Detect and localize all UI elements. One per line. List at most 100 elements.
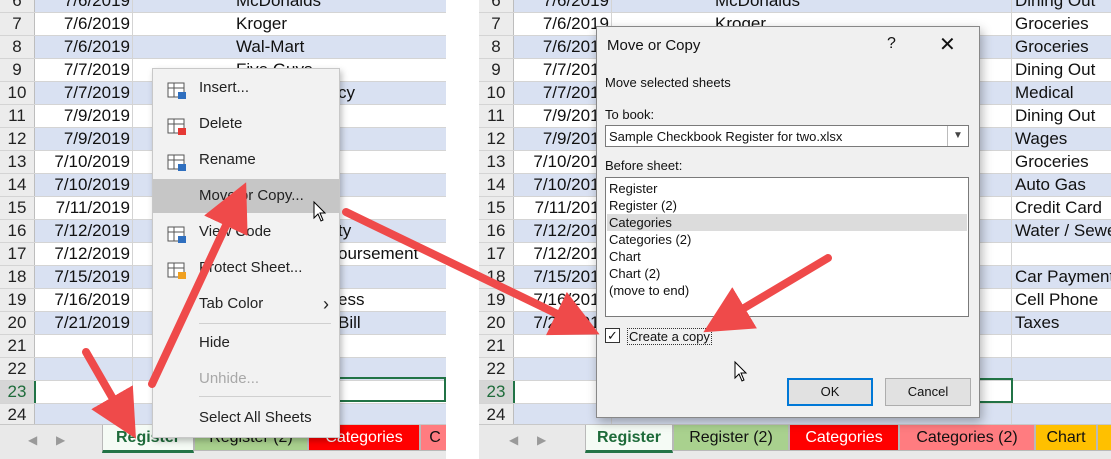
- row-header[interactable]: 17: [0, 243, 35, 265]
- ok-button[interactable]: OK: [787, 378, 873, 406]
- menu-item-hide[interactable]: Hide: [153, 326, 339, 360]
- category-cell[interactable]: [1015, 381, 1111, 403]
- tab-scroll-left-icon[interactable]: ◀: [509, 433, 518, 447]
- category-cell[interactable]: Taxes: [1015, 312, 1111, 334]
- date-cell[interactable]: 7/11/2019: [515, 197, 609, 219]
- row-header[interactable]: 21: [479, 335, 514, 357]
- row-header[interactable]: 23: [0, 381, 36, 403]
- row-header[interactable]: 23: [479, 381, 515, 403]
- category-cell[interactable]: Dining Out: [1015, 0, 1111, 12]
- create-copy-label[interactable]: Create a copy: [627, 328, 712, 345]
- tab-scroll-right-icon[interactable]: ▶: [56, 433, 65, 447]
- row-header[interactable]: 18: [479, 266, 514, 288]
- row-header[interactable]: 10: [0, 82, 35, 104]
- chevron-down-icon[interactable]: ▼: [947, 126, 968, 146]
- category-cell[interactable]: [1015, 335, 1111, 357]
- date-cell[interactable]: 7/10/2019: [515, 151, 609, 173]
- date-cell[interactable]: 7/10/2019: [515, 174, 609, 196]
- category-cell[interactable]: Credit Card: [1015, 197, 1111, 219]
- date-cell[interactable]: 7/7/2019: [515, 82, 609, 104]
- row-header[interactable]: 15: [479, 197, 514, 219]
- cancel-button[interactable]: Cancel: [885, 378, 971, 406]
- sheet-list-item[interactable]: Register (2): [607, 197, 967, 214]
- row-header[interactable]: 17: [479, 243, 514, 265]
- date-cell[interactable]: [515, 381, 609, 403]
- date-cell[interactable]: 7/6/2019: [515, 13, 609, 35]
- menu-item-protect-sheet[interactable]: Protect Sheet...: [153, 251, 339, 285]
- row-header[interactable]: 14: [0, 174, 35, 196]
- date-cell[interactable]: 7/7/2019: [36, 82, 130, 104]
- row-header[interactable]: 7: [0, 13, 35, 35]
- category-cell[interactable]: Water / Sewer: [1015, 220, 1111, 242]
- tab-scroll-right-icon[interactable]: ▶: [537, 433, 546, 447]
- create-copy-checkbox[interactable]: ✓: [605, 328, 620, 343]
- date-cell[interactable]: 7/9/2019: [36, 128, 130, 150]
- menu-item-insert[interactable]: Insert...: [153, 71, 339, 105]
- sheet-list-item[interactable]: Chart: [607, 248, 967, 265]
- date-cell[interactable]: [515, 335, 609, 357]
- row-header[interactable]: 13: [0, 151, 35, 173]
- date-cell[interactable]: 7/21/2019: [36, 312, 130, 334]
- row-header[interactable]: 20: [0, 312, 35, 334]
- menu-item-unhide[interactable]: Unhide...: [153, 362, 339, 396]
- row-header[interactable]: 16: [0, 220, 35, 242]
- to-book-dropdown[interactable]: Sample Checkbook Register for two.xlsx ▼: [605, 125, 969, 147]
- date-cell[interactable]: 7/6/2019: [515, 0, 609, 12]
- sheet-list-item[interactable]: Chart (2): [607, 265, 967, 282]
- before-sheet-list[interactable]: Register Register (2) Categories Categories…: [605, 177, 969, 317]
- row-header[interactable]: 19: [0, 289, 35, 311]
- date-cell[interactable]: 7/12/2019: [36, 243, 130, 265]
- payee-cell[interactable]: McDonalds: [715, 0, 915, 12]
- date-cell[interactable]: 7/11/2019: [36, 197, 130, 219]
- date-cell[interactable]: 7/10/2019: [36, 174, 130, 196]
- row-header[interactable]: 9: [0, 59, 35, 81]
- date-cell[interactable]: 7/21/2019: [515, 312, 609, 334]
- date-cell[interactable]: 7/10/2019: [36, 151, 130, 173]
- category-cell[interactable]: Dining Out: [1015, 59, 1111, 81]
- date-cell[interactable]: 7/9/2019: [36, 105, 130, 127]
- row-header[interactable]: 20: [479, 312, 514, 334]
- category-cell[interactable]: [1015, 358, 1111, 380]
- date-cell[interactable]: 7/15/2019: [515, 266, 609, 288]
- close-icon[interactable]: ✕: [939, 32, 956, 57]
- sheet-tab[interactable]: C: [420, 425, 446, 451]
- help-button[interactable]: ?: [887, 35, 896, 53]
- row-header[interactable]: 10: [479, 82, 514, 104]
- category-cell[interactable]: Car Payment: [1015, 266, 1111, 288]
- category-cell[interactable]: Groceries: [1015, 151, 1111, 173]
- date-cell[interactable]: 7/9/2019: [515, 105, 609, 127]
- menu-item-rename[interactable]: Rename: [153, 143, 339, 177]
- date-cell[interactable]: 7/7/2019: [36, 59, 130, 81]
- date-cell[interactable]: 7/12/2019: [515, 243, 609, 265]
- row-header[interactable]: 12: [479, 128, 514, 150]
- sheet-tab[interactable]: Register (2): [673, 425, 789, 451]
- date-cell[interactable]: 7/6/2019: [36, 0, 130, 12]
- menu-item-move-or-copy[interactable]: Move or Copy...: [153, 179, 339, 213]
- date-cell[interactable]: 7/9/2019: [515, 128, 609, 150]
- row-header[interactable]: 6: [0, 0, 35, 12]
- row-header[interactable]: 11: [0, 105, 35, 127]
- row-header[interactable]: 16: [479, 220, 514, 242]
- menu-item-delete[interactable]: Delete: [153, 107, 339, 141]
- row-header[interactable]: 7: [479, 13, 514, 35]
- sheet-tab[interactable]: Register: [585, 425, 673, 453]
- row-header[interactable]: 8: [0, 36, 35, 58]
- category-cell[interactable]: [1015, 243, 1111, 265]
- row-header[interactable]: 24: [0, 404, 35, 426]
- sheet-list-item[interactable]: (move to end): [607, 282, 967, 299]
- sheet-tab[interactable]: Chart: [1035, 425, 1097, 451]
- row-header[interactable]: 18: [0, 266, 35, 288]
- date-cell[interactable]: 7/7/2019: [515, 59, 609, 81]
- row-header[interactable]: 6: [479, 0, 514, 12]
- row-header[interactable]: 11: [479, 105, 514, 127]
- date-cell[interactable]: [515, 358, 609, 380]
- row-header[interactable]: 24: [479, 404, 514, 426]
- category-cell[interactable]: Dining Out: [1015, 105, 1111, 127]
- row-header[interactable]: 12: [0, 128, 35, 150]
- menu-item-view-code[interactable]: View Code: [153, 215, 339, 249]
- date-cell[interactable]: [36, 404, 130, 426]
- row-header[interactable]: 8: [479, 36, 514, 58]
- date-cell[interactable]: [36, 358, 130, 380]
- sheet-tab[interactable]: [1097, 425, 1111, 451]
- sheet-list-item[interactable]: Categories: [607, 214, 967, 231]
